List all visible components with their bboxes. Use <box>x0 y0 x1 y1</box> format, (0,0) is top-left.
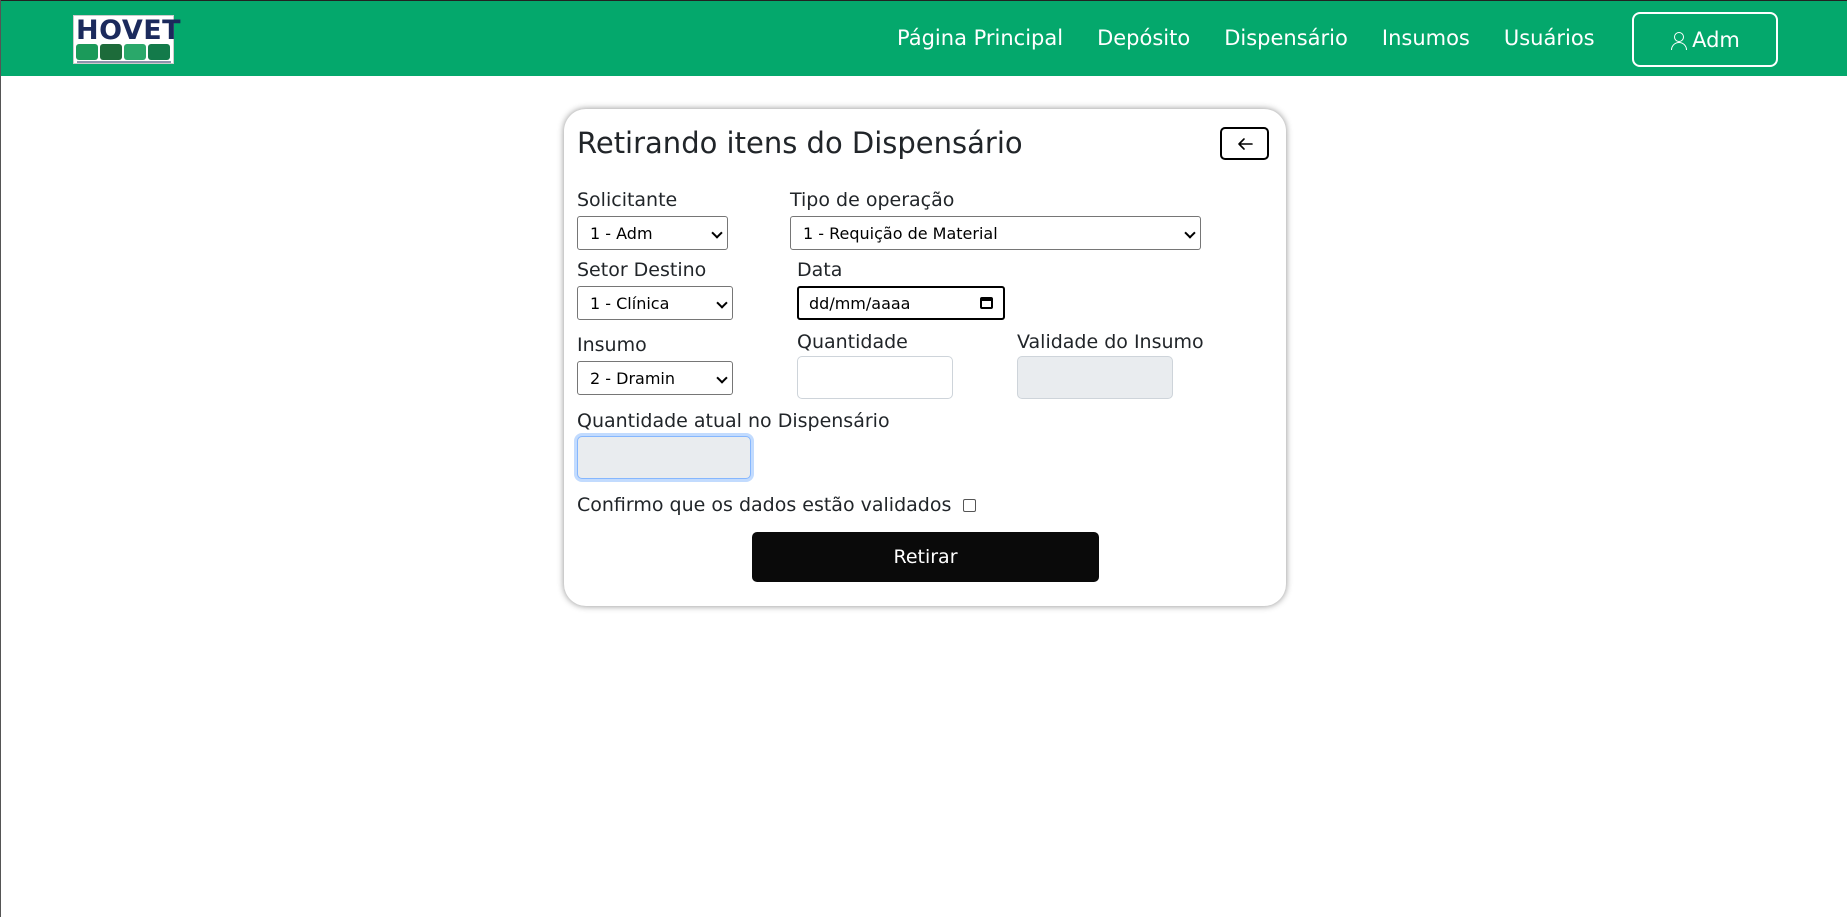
fish-icon <box>148 44 170 60</box>
solicitante-select[interactable]: 1 - Adm <box>577 216 728 250</box>
quantidade-atual-label: Quantidade atual no Dispensário <box>577 410 890 432</box>
data-label: Data <box>797 259 843 281</box>
user-menu-button[interactable]: Adm <box>1632 12 1778 67</box>
back-button[interactable] <box>1220 127 1269 160</box>
tipo-operacao-label: Tipo de operação <box>790 189 955 211</box>
chevron-down-icon <box>1184 227 1196 239</box>
quantidade-label: Quantidade <box>797 331 908 353</box>
arrow-left-icon <box>1237 137 1253 150</box>
confirm-checkbox[interactable] <box>963 498 977 512</box>
hovet-logo[interactable]: HOVET <box>73 15 181 64</box>
setor-destino-value: 1 - Clínica <box>590 293 670 313</box>
user-label: Adm <box>1692 27 1740 52</box>
confirm-label: Confirmo que os dados estão validados <box>577 494 952 516</box>
confirm-row: Confirmo que os dados estão validados <box>577 494 977 516</box>
setor-destino-label: Setor Destino <box>577 259 707 281</box>
top-navbar: HOVET Página Principal Depósito Dispensá… <box>1 0 1847 76</box>
paw-icon <box>76 44 98 60</box>
insumo-label: Insumo <box>577 334 647 356</box>
page-title: Retirando itens do Dispensário <box>577 126 1023 160</box>
logo-subtitle-line <box>77 61 171 63</box>
validade-input <box>1017 356 1173 399</box>
chevron-down-icon <box>711 227 723 239</box>
logo-text: HOVET <box>76 15 182 46</box>
nav-link-pagina-principal[interactable]: Página Principal <box>897 25 1063 51</box>
quantidade-atual-input[interactable] <box>577 436 751 479</box>
leaf-icon <box>100 44 122 60</box>
tipo-operacao-select[interactable]: 1 - Requição de Material <box>790 216 1201 250</box>
person-icon <box>1670 31 1688 50</box>
quantidade-input[interactable] <box>797 356 953 399</box>
solicitante-label: Solicitante <box>577 189 678 211</box>
insumo-select[interactable]: 2 - Dramin <box>577 361 733 395</box>
insumo-value: 2 - Dramin <box>590 368 675 388</box>
main-nav: Página Principal Depósito Dispensário In… <box>897 25 1595 51</box>
nav-link-insumos[interactable]: Insumos <box>1382 25 1470 51</box>
tipo-operacao-value: 1 - Requição de Material <box>803 223 998 243</box>
chevron-down-icon <box>716 297 728 309</box>
nav-link-usuarios[interactable]: Usuários <box>1504 25 1595 51</box>
validade-label: Validade do Insumo <box>1017 331 1204 353</box>
nav-link-deposito[interactable]: Depósito <box>1097 25 1190 51</box>
setor-destino-select[interactable]: 1 - Clínica <box>577 286 733 320</box>
retirar-button[interactable]: Retirar <box>752 532 1099 582</box>
calendar-icon[interactable] <box>980 297 993 309</box>
logo-animal-icons <box>76 44 170 60</box>
date-placeholder: dd/mm/aaaa <box>809 293 911 313</box>
withdraw-form-card: Retirando itens do Dispensário Solicitan… <box>564 109 1286 606</box>
bird-icon <box>124 44 146 60</box>
date-input[interactable]: dd/mm/aaaa <box>797 286 1005 320</box>
solicitante-value: 1 - Adm <box>590 223 653 243</box>
chevron-down-icon <box>716 372 728 384</box>
nav-link-dispensario[interactable]: Dispensário <box>1224 25 1348 51</box>
